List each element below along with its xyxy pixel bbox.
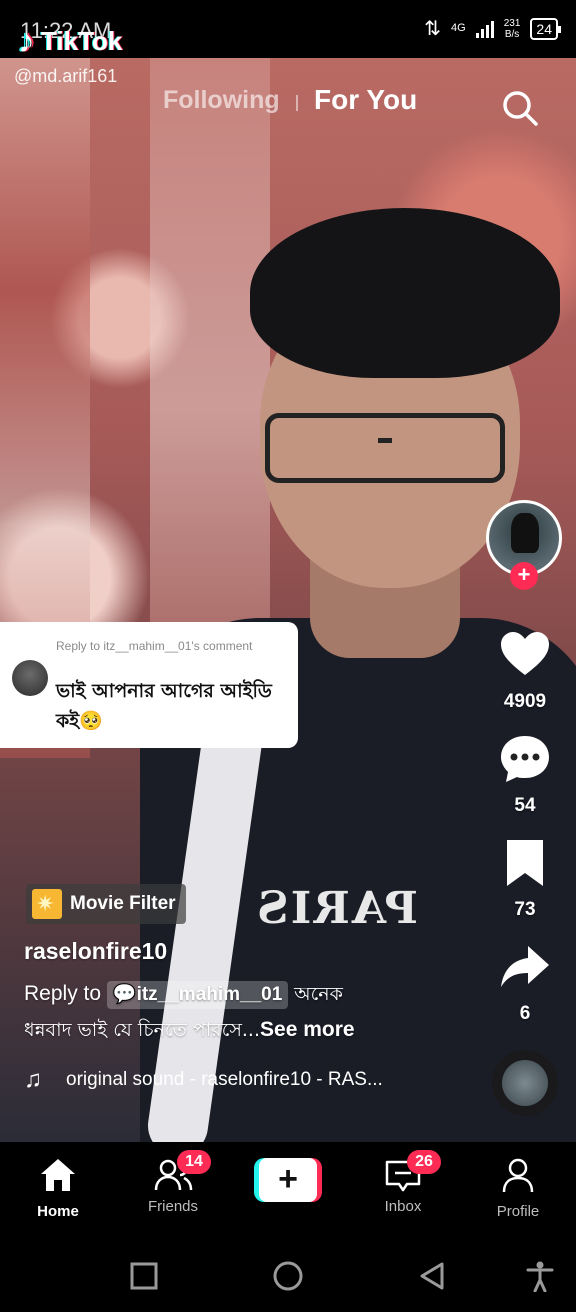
reply-header: Reply to itz__mahim__01's comment [56, 639, 253, 653]
speed-value: 231 [503, 17, 521, 29]
feed-tabs: Following For You [0, 84, 576, 126]
status-icons: ⇅ 4G 231 B/s 24 [424, 16, 561, 41]
tab-for-you[interactable]: For You [314, 84, 417, 116]
music-note-icon: ♫ [24, 1066, 42, 1093]
avatar-figure [511, 513, 539, 553]
caption-line-1: Reply to 💬itz__mahim__01 অনেক [24, 976, 474, 1012]
comment-button[interactable]: 54 [490, 732, 560, 817]
filter-effect-icon [32, 889, 62, 919]
effect-label: Movie Filter [70, 893, 176, 914]
see-more-link[interactable]: See more [260, 1018, 355, 1041]
commenter-avatar [12, 660, 48, 696]
back-triangle-icon[interactable] [416, 1260, 448, 1292]
create-button[interactable]: + [254, 1158, 322, 1202]
caption-text-1: অনেক [294, 983, 343, 1005]
bottom-navigation: Home 14 Friends + 26 Inbox Profile [0, 1142, 576, 1242]
speed-unit: B/s [504, 28, 520, 40]
tiktok-watermark: ♪ TikTok [18, 24, 122, 58]
signal-icon [475, 20, 494, 38]
network-type: 4G [451, 22, 466, 34]
share-count: 6 [519, 1003, 531, 1024]
favorite-button[interactable]: 73 [490, 836, 560, 921]
battery-indicator: 24 [530, 17, 561, 40]
sound-title: original sound - raselonfire10 - RAS... [66, 1069, 383, 1090]
mention-icon: 💬 [112, 984, 137, 1005]
recents-square-icon[interactable] [128, 1260, 160, 1292]
tiktok-wordmark: TikTok [41, 25, 123, 56]
subject-hair [250, 208, 560, 378]
caption-line-2: ধন্নবাদ ভাই যে চিনতে পারসে...See more [24, 1012, 474, 1048]
nav-inbox[interactable]: 26 Inbox [353, 1150, 453, 1215]
shirt-print-text: PARIS [255, 883, 418, 934]
plus-icon: + [259, 1158, 317, 1202]
comment-icon [501, 736, 549, 782]
video-caption[interactable]: Reply to 💬itz__mahim__01 অনেক ধন্নবাদ ভা… [24, 976, 474, 1048]
nav-home[interactable]: Home [8, 1156, 108, 1220]
reply-comment-text: ভাই আপনার আগের আইডি কই🥺 [56, 680, 272, 732]
heart-icon [501, 632, 549, 675]
mention-text: itz__mahim__01 [136, 984, 283, 1005]
data-arrows-icon: ⇅ [424, 18, 442, 40]
nav-home-label: Home [37, 1203, 79, 1220]
effect-chip[interactable]: Movie Filter [26, 884, 186, 924]
nav-inbox-label: Inbox [384, 1198, 422, 1215]
inbox-icon-wrap: 26 [383, 1150, 441, 1194]
home-circle-icon[interactable] [272, 1260, 304, 1292]
reply-comment-card[interactable]: Reply to itz__mahim__01's comment ভাই আপ… [0, 622, 298, 748]
nav-profile-label: Profile [496, 1203, 540, 1220]
accessibility-icon[interactable] [524, 1260, 556, 1292]
network-speed: 231 B/s [504, 18, 521, 40]
nav-friends-label: Friends [147, 1198, 199, 1215]
comment-count: 54 [514, 795, 536, 816]
music-disc[interactable] [492, 1050, 558, 1116]
profile-icon [502, 1158, 534, 1193]
friends-badge: 14 [177, 1150, 211, 1174]
nav-profile[interactable]: Profile [468, 1156, 568, 1220]
like-button[interactable]: 4909 [490, 628, 560, 713]
home-icon [41, 1159, 75, 1191]
tab-divider [296, 95, 298, 111]
search-icon[interactable] [500, 88, 540, 128]
nav-friends[interactable]: 14 Friends [123, 1150, 223, 1215]
share-button[interactable]: 6 [490, 940, 560, 1025]
caption-mention[interactable]: 💬itz__mahim__01 [106, 981, 289, 1009]
tiktok-logo-icon: ♪ [18, 22, 35, 60]
caption-text-2: ধন্নবাদ ভাই যে চিনতে পারসে... [24, 1019, 261, 1041]
system-navigation [0, 1242, 576, 1312]
subject-glasses [265, 413, 505, 483]
like-count: 4909 [503, 691, 547, 712]
sound-row[interactable]: ♫ original sound - raselonfire10 - RAS..… [24, 1066, 383, 1094]
caption-reply-prefix: Reply to [24, 982, 102, 1005]
inbox-badge: 26 [407, 1150, 441, 1174]
watermark-handle: @md.arif161 [14, 66, 118, 86]
tab-following[interactable]: Following [163, 86, 280, 115]
share-arrow-icon [501, 946, 549, 987]
follow-button[interactable]: + [510, 562, 538, 590]
bookmark-icon [507, 840, 543, 886]
creator-username[interactable]: raselonfire10 [24, 938, 167, 965]
music-disc-cover [502, 1060, 548, 1106]
favorite-count: 73 [514, 899, 536, 920]
friends-icon-wrap: 14 [153, 1150, 211, 1194]
